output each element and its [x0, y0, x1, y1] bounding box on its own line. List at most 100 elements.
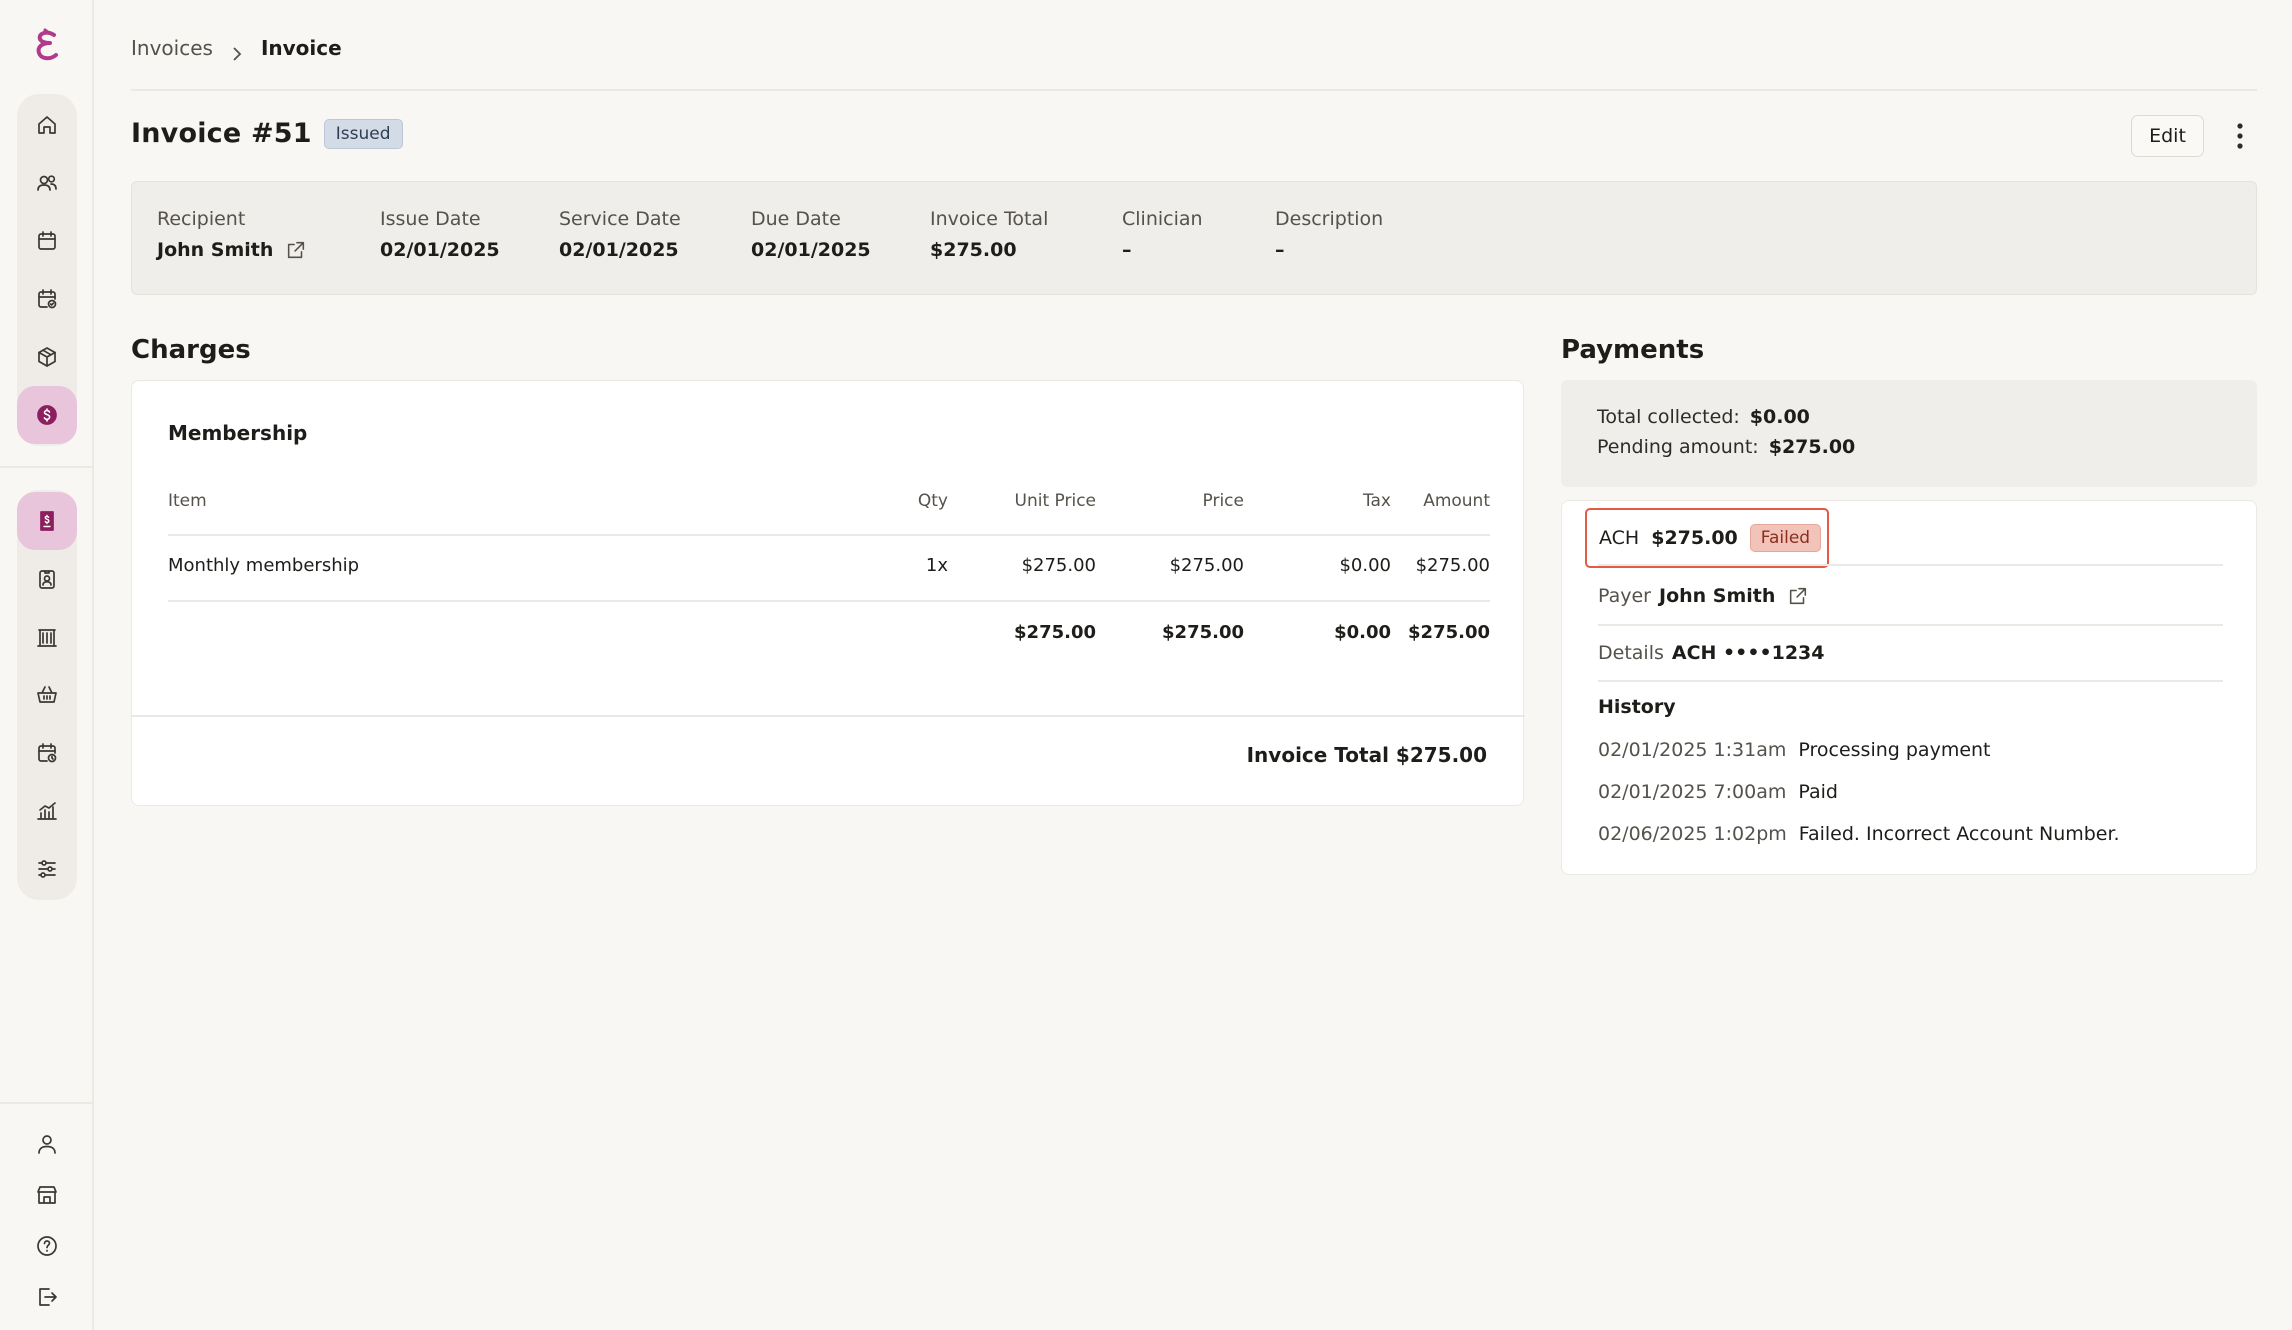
pending-amount-label: Pending amount:: [1597, 436, 1759, 458]
nav-settings[interactable]: [17, 840, 77, 898]
payer-row: Payer John Smith: [1598, 585, 1809, 607]
basket-icon: [37, 686, 57, 703]
external-link-icon[interactable]: [285, 239, 307, 261]
nav-logout[interactable]: [17, 1271, 77, 1322]
details-value: ACH ••••1234: [1671, 642, 1825, 664]
total-collected: Total collected: $0.00: [1597, 406, 1810, 428]
nav-packages[interactable]: [17, 328, 77, 386]
logout-icon: [39, 1287, 57, 1306]
col-tax: Tax: [1362, 491, 1391, 511]
charges-title: Charges: [131, 335, 251, 365]
payment-divider: [1598, 564, 2223, 566]
charges-card: Membership Item Qty Unit Price Price Tax…: [131, 380, 1525, 806]
payments-title: Payments: [1561, 335, 1705, 365]
clinician-label: Clinician: [1122, 208, 1203, 230]
history-event: Paid: [1798, 781, 1838, 803]
sidebar-divider-bottom: [0, 1102, 94, 1104]
col-price: Price: [1202, 491, 1244, 511]
total-tax: $0.00: [1334, 622, 1391, 643]
package-icon: [38, 347, 56, 367]
row-amount: $275.00: [1415, 555, 1490, 576]
nav-appointments[interactable]: [17, 270, 77, 328]
description-label: Description: [1275, 208, 1384, 230]
summary-service-date: Service Date 02/01/2025: [559, 208, 681, 261]
row-qty: 1x: [925, 555, 948, 576]
nav-profile[interactable]: [17, 1118, 77, 1169]
sliders-icon: [38, 860, 56, 878]
store-icon: [37, 1185, 57, 1204]
external-link-icon[interactable]: [1787, 585, 1809, 607]
header-divider: [131, 89, 2257, 91]
summary-description: Description –: [1275, 208, 1383, 261]
recipient-value: John Smith: [157, 239, 274, 261]
edit-button[interactable]: Edit: [2131, 115, 2204, 157]
issue-date-value: 02/01/2025: [380, 239, 500, 261]
col-amount: Amount: [1423, 491, 1490, 511]
col-qty: Qty: [917, 491, 948, 511]
due-date-value: 02/01/2025: [751, 239, 871, 261]
row-unit-price: $275.00: [1021, 555, 1096, 576]
building-icon: [37, 629, 57, 647]
nav-schedules[interactable]: [17, 724, 77, 782]
payment-header[interactable]: ACH $275.00 Failed: [1585, 508, 1829, 568]
logo-icon[interactable]: [29, 26, 65, 66]
details-label: Details: [1598, 642, 1664, 664]
nav-locations[interactable]: [17, 608, 77, 666]
nav-calendar[interactable]: [17, 212, 77, 270]
nav-reports[interactable]: [17, 782, 77, 840]
history-timestamp: 02/06/2025 1:02pm: [1598, 823, 1787, 845]
nav-products[interactable]: [17, 666, 77, 724]
summary-clinician: Clinician –: [1122, 208, 1203, 261]
payment-method: ACH: [1599, 527, 1640, 549]
summary-due-date: Due Date 02/01/2025: [751, 208, 871, 261]
breadcrumb-invoices-link[interactable]: Invoices: [131, 36, 213, 60]
col-unit-price: Unit Price: [1014, 491, 1096, 511]
nav-invoices[interactable]: [17, 492, 77, 550]
nav-group-secondary: [17, 490, 77, 900]
charges-group-title: Membership: [168, 421, 308, 445]
card-divider: [132, 715, 1525, 717]
total-collected-label: Total collected:: [1597, 406, 1740, 428]
invoice-total-footer: Invoice Total $275.00: [1246, 743, 1487, 767]
payment-status-badge: Failed: [1749, 524, 1822, 552]
calendar-icon: [38, 231, 56, 250]
nav-help[interactable]: [17, 1220, 77, 1271]
summary-recipient: Recipient John Smith: [157, 208, 307, 261]
details-row: Details ACH ••••1234: [1598, 642, 1825, 664]
row-price: $275.00: [1169, 555, 1244, 576]
service-date-label: Service Date: [559, 208, 681, 230]
history-item: 02/01/2025 1:31am Processing payment: [1598, 739, 1991, 761]
more-vertical-icon: [2237, 123, 2243, 149]
nav-providers[interactable]: [17, 550, 77, 608]
invoice-summary: Recipient John Smith Issue Date 02/01/20…: [131, 181, 2257, 295]
total-price: $275.00: [1162, 622, 1244, 643]
more-options-button[interactable]: [2225, 118, 2255, 154]
billing-icon: [37, 405, 57, 425]
summary-invoice-total: Invoice Total $275.00: [930, 208, 1048, 261]
total-unit-price: $275.00: [1014, 622, 1096, 643]
page-title: Invoice #51: [131, 118, 312, 149]
payer-value: John Smith: [1659, 585, 1776, 607]
nav-store[interactable]: [17, 1169, 77, 1220]
history-item: 02/06/2025 1:02pm Failed. Incorrect Accou…: [1598, 823, 2120, 845]
chevron-right-icon: [231, 42, 243, 61]
history-title: History: [1598, 696, 1676, 718]
row-tax: $0.00: [1339, 555, 1391, 576]
nav-billing[interactable]: [17, 386, 77, 444]
pending-amount: Pending amount: $275.00: [1597, 436, 1855, 458]
pending-amount-value: $275.00: [1768, 436, 1856, 458]
recipient-label: Recipient: [157, 208, 246, 230]
calendar-clock-icon: [38, 743, 57, 763]
nav-home[interactable]: [17, 96, 77, 154]
breadcrumb: Invoices Invoice: [131, 36, 342, 61]
invoice-icon: [40, 511, 54, 531]
clinician-value: –: [1122, 239, 1132, 261]
calendar-check-icon: [38, 289, 57, 309]
nav-patients[interactable]: [17, 154, 77, 212]
service-date-value: 02/01/2025: [559, 239, 679, 261]
history-event: Failed. Incorrect Account Number.: [1798, 823, 2120, 845]
due-date-label: Due Date: [751, 208, 841, 230]
nav-group-bottom: [17, 1118, 77, 1322]
payments-summary: Total collected: $0.00 Pending amount: $27…: [1561, 380, 2257, 487]
status-badge: Issued: [323, 118, 403, 149]
